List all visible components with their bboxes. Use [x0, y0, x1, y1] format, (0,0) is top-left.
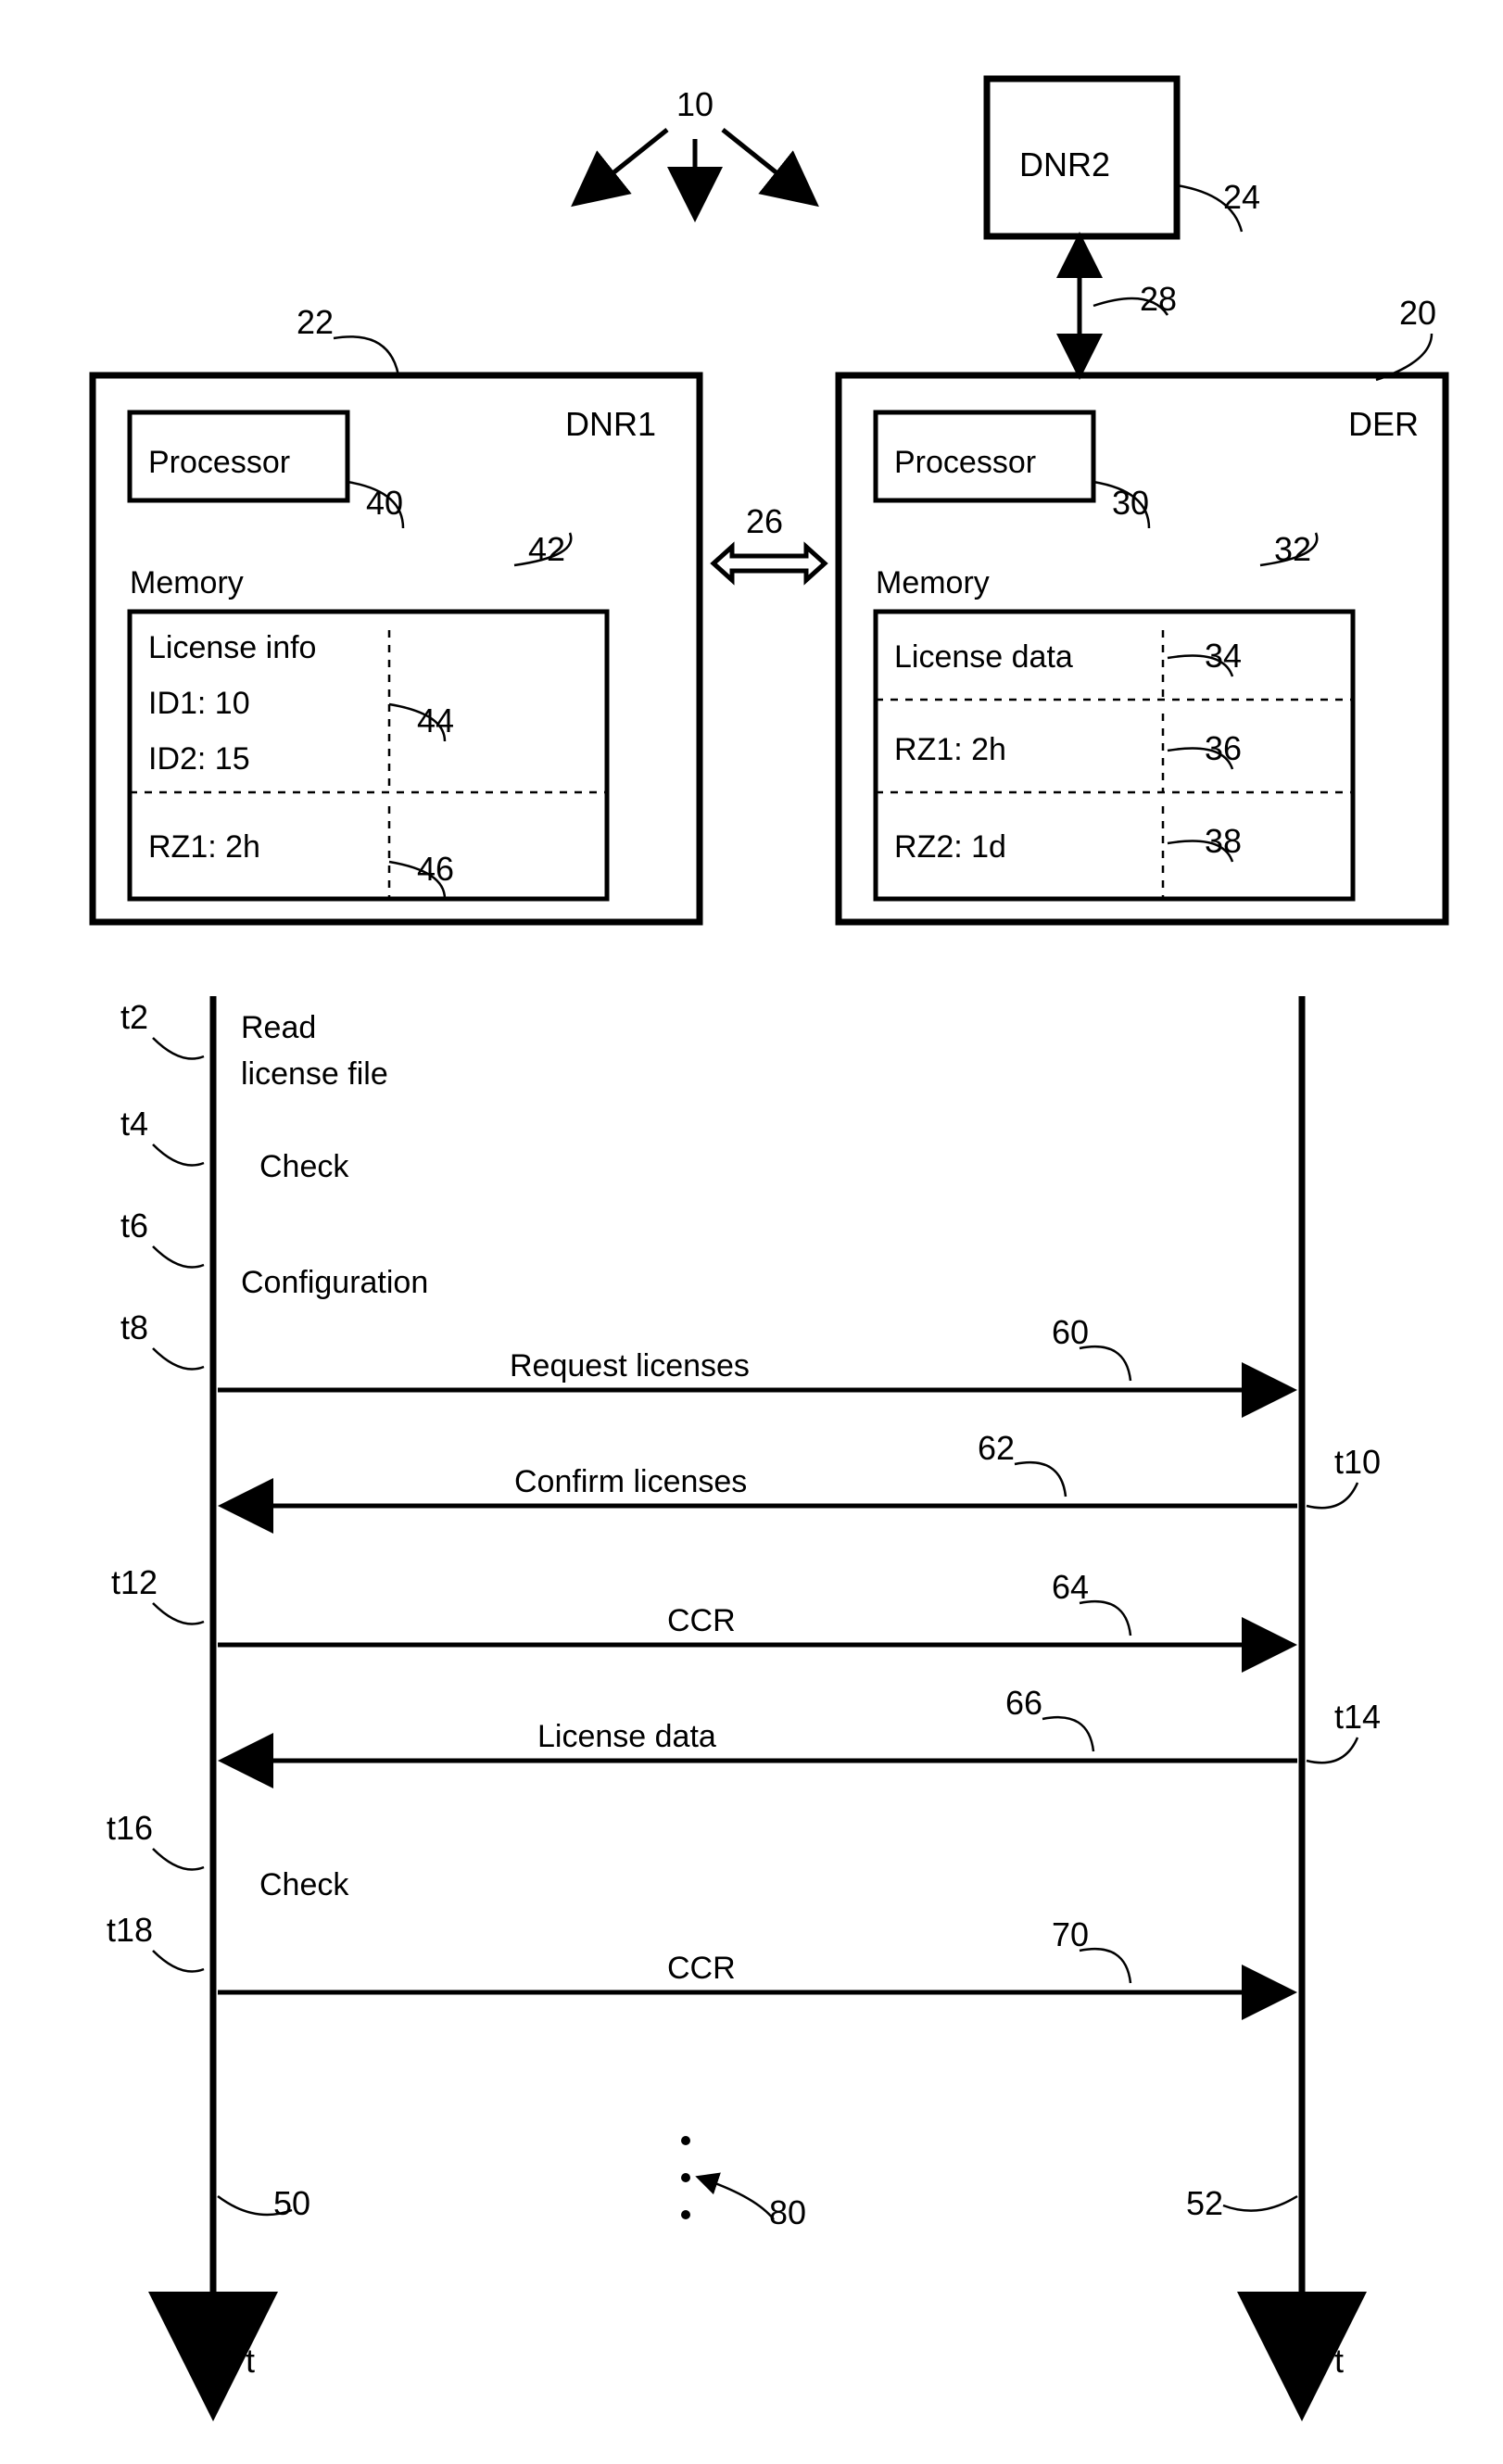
box-memory-der: Memory 32 License data 34 RZ1: 2h 36 RZ2… [876, 530, 1353, 899]
ref-28: 28 [1140, 280, 1177, 318]
label-rz1b: RZ1: 2h [894, 732, 1006, 767]
ref-26: 26 [746, 502, 783, 540]
label-t2: t2 [120, 998, 148, 1036]
label-msg-ccr2: CCR [667, 1951, 736, 1986]
label-id2: ID2: 15 [148, 741, 250, 777]
ref-60: 60 [1052, 1313, 1089, 1351]
ref-20: 20 [1399, 294, 1436, 332]
label-dnr2: DNR2 [1019, 145, 1110, 183]
label-t10: t10 [1334, 1443, 1381, 1481]
ref-46: 46 [417, 850, 454, 888]
label-rz2: RZ2: 1d [894, 829, 1006, 865]
ref-22: 22 [297, 303, 334, 341]
label-msg-lic: License data [537, 1719, 716, 1754]
label-t12: t12 [111, 1563, 158, 1601]
ref-62: 62 [978, 1429, 1015, 1467]
label-t16: t16 [107, 1809, 153, 1847]
ref-36: 36 [1205, 729, 1242, 767]
label-t14: t14 [1334, 1698, 1381, 1736]
link-26: 26 [714, 502, 825, 580]
ref-80: 80 [769, 2193, 806, 2231]
box-processor-der: Processor 30 [876, 412, 1149, 528]
label-rz1a: RZ1: 2h [148, 829, 260, 865]
ref-64: 64 [1052, 1568, 1089, 1606]
axis-t-left: t [246, 2342, 255, 2380]
ref-44: 44 [417, 701, 454, 739]
label-processor-der: Processor [894, 445, 1036, 480]
label-memory-der: Memory [876, 565, 990, 600]
label-t18: t18 [107, 1911, 153, 1949]
label-msg-conf: Confirm licenses [514, 1464, 747, 1499]
label-memory-dnr1: Memory [130, 565, 244, 600]
ref-50: 50 [273, 2184, 310, 2222]
ref-38: 38 [1205, 822, 1242, 860]
label-license-info: License info [148, 630, 316, 665]
diagram: 10 DNR2 24 28 22 20 DNR1 DER 26 Processo… [0, 0, 1503, 2464]
label-t4: t4 [120, 1105, 148, 1143]
ref-66: 66 [1005, 1684, 1042, 1722]
ref-42: 42 [528, 530, 565, 568]
label-der: DER [1348, 405, 1419, 443]
label-t6: t6 [120, 1207, 148, 1245]
label-license-data: License data [894, 639, 1073, 675]
ref-34: 34 [1205, 637, 1242, 675]
ref-10: 10 [676, 85, 714, 123]
ref-70: 70 [1052, 1915, 1089, 1953]
label-id1: ID1: 10 [148, 686, 250, 721]
box-processor-dnr1: Processor 40 [130, 412, 403, 528]
label-read2: license file [241, 1056, 388, 1092]
ellipsis: 80 [681, 2136, 806, 2231]
label-dnr1: DNR1 [565, 405, 656, 443]
box-dnr2: DNR2 24 [987, 79, 1260, 236]
link-28: 28 [1080, 241, 1177, 371]
axis-t-right: t [1334, 2342, 1344, 2380]
label-msg-req: Request licenses [510, 1348, 750, 1384]
ref-30: 30 [1112, 484, 1149, 522]
box-memory-dnr1: Memory 42 License info ID1: 10 ID2: 15 4… [130, 530, 607, 899]
label-config: Configuration [241, 1265, 428, 1300]
label-t8: t8 [120, 1308, 148, 1346]
ref-24: 24 [1223, 178, 1260, 216]
label-read1: Read [241, 1010, 316, 1045]
label-check2: Check [259, 1867, 349, 1902]
label-check1: Check [259, 1149, 349, 1184]
ref-40: 40 [366, 484, 403, 522]
label-msg-ccr1: CCR [667, 1603, 736, 1638]
ref-52: 52 [1186, 2184, 1223, 2222]
label-processor-dnr1: Processor [148, 445, 290, 480]
ref-10-spray: 10 [575, 85, 815, 218]
ref-32: 32 [1274, 530, 1311, 568]
